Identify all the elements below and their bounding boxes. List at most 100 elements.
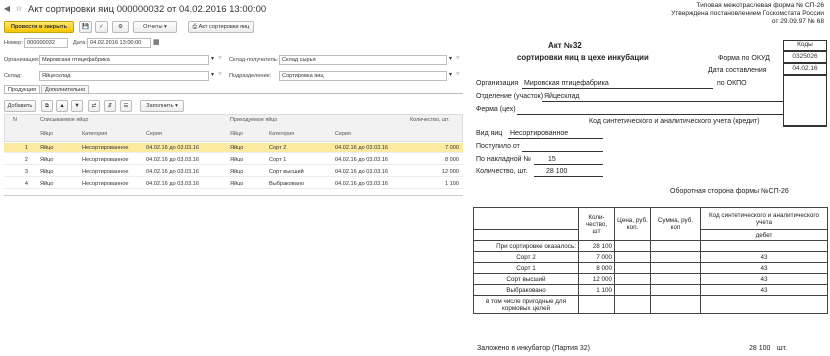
add-row-button[interactable]: Добавить [4,100,36,112]
table-row[interactable]: 1 Яйцо Несортированное 04.02.16 до 03.03… [4,143,463,153]
okpo-label: по ОКПО [717,80,747,87]
table-row[interactable]: 2 Яйцо Несортированное 04.02.16 до 03.03… [4,155,463,165]
item-price [614,284,651,296]
th-acct: Код синтетического и аналитического учет… [700,207,828,230]
row-category-incoming: Сорт 1 [269,157,287,163]
row-series-incoming: 04.02.16 до 03.03.16 [335,169,389,175]
post-button[interactable]: ✓ [95,21,108,33]
item-sum [650,262,701,274]
suitable-feed-label: в том числе пригодные для кормовых целей [473,295,579,314]
calendar-icon[interactable]: ▦ [153,38,160,46]
number-field[interactable]: 000000032 [24,38,68,48]
date-code: 04.02.16 [783,63,827,75]
egg-type-underline [508,138,603,139]
row-number: 3 [24,169,28,175]
egg-type-label: Вид яиц [476,130,503,137]
department-field[interactable]: Сортировка яиц [279,71,447,81]
table-row[interactable]: 4 Яйцо Несортированное 04.02.16 до 03.03… [4,179,463,189]
warehouse-select-icon[interactable]: ▾ [211,71,214,78]
row-number: 4 [24,181,28,187]
move-down-button[interactable]: ▼ [71,100,83,112]
warehouse-field[interactable]: Яйцесклад [39,71,209,81]
share-button[interactable]: ⇄ [88,100,100,112]
dept-underline [542,101,783,102]
th-price: Цена, руб. коп. [614,207,651,241]
th-sum: Сумма, руб. коп [650,207,701,241]
warehouse-label: Склад: [4,73,22,79]
item-name: Сорт 2 [473,251,579,263]
fill-button[interactable]: Заполнить ▾ [140,100,184,112]
receiving-open-icon[interactable]: ○ [456,55,460,61]
col-category: Категория [82,131,108,137]
select-button[interactable]: ☰ [120,100,132,112]
organization-field[interactable]: Мировская птицефабрика [39,55,209,65]
save-button[interactable]: 💾 [79,21,92,33]
row-number: 1 [24,145,28,151]
item-qty: 1 100 [578,284,615,296]
back-icon[interactable]: ◀ [2,4,12,14]
row-qty: 12 000 [441,169,459,175]
item-name: Выбраковано [473,284,579,296]
col-egg: Яйцо [40,131,53,137]
receiving-warehouse-field[interactable]: Склад сырья [279,55,447,65]
reports-button[interactable]: Отчеты ▾ [133,21,177,33]
date-label: Дата: [73,40,87,46]
col-series: Серия [146,131,162,137]
item-sum [650,251,701,263]
org-form-value: Мировская птицефабрика [524,80,609,87]
incubator-qty: 28 100 [749,345,771,352]
row-egg-incoming: Яйцо [230,145,244,151]
found-sum [650,240,701,252]
found-qty: 28 100 [578,240,615,252]
row-number: 2 [24,157,28,163]
row-series: 04.02.16 до 03.03.16 [146,157,200,163]
item-name: Сорт 1 [473,262,579,274]
number-label: Номер: [4,40,23,46]
form-title: сортировки яиц в цехе инкубации [517,53,649,62]
select-icon: ☰ [123,103,129,109]
favorite-star-icon[interactable]: ☆ [14,4,24,14]
organization-label: Организация: [4,57,40,63]
row-series: 04.02.16 до 03.03.16 [146,169,200,175]
move-up-button[interactable]: ▲ [56,100,68,112]
item-sum [650,284,701,296]
receiving-select-icon[interactable]: ▾ [449,55,452,62]
item-qty: 7 000 [578,251,615,263]
organization-select-icon[interactable]: ▾ [211,55,214,62]
suitable-code [700,295,828,314]
department-select-icon[interactable]: ▾ [449,71,452,78]
item-code: 43 [700,284,828,296]
arrow-up-icon: ▲ [59,103,65,109]
department-open-icon[interactable]: ○ [456,71,460,77]
acct-code-label: Код синтетического и аналитического учет… [589,118,760,125]
date-field[interactable]: 04.02.2016 13:00:00 [87,38,151,48]
table-row[interactable]: 3 Яйцо Несортированное 04.02.16 до 03.03… [4,167,463,177]
org-underline [522,88,713,89]
row-category: Несортированное [82,181,129,187]
split-button[interactable]: ⇵ [104,100,116,112]
copy-row-button[interactable]: ⧉ [41,100,53,112]
copy-icon: ⧉ [45,103,49,109]
structure-button[interactable]: ⚙ [112,21,129,33]
act-label: Акт сортировки яиц [198,24,250,30]
incubator-label: Заложено в инкубатор (Партия 32) [477,345,590,352]
row-egg-incoming: Яйцо [230,181,244,187]
grid-bottom-border [4,195,463,196]
reports-label: Отчеты [143,24,163,30]
received-underline [522,151,603,152]
item-sum [650,273,701,285]
item-qty: 12 000 [578,273,615,285]
th-blank [473,207,579,230]
post-and-close-button[interactable]: Провести и закрыть [4,21,74,33]
row-egg-incoming: Яйцо [230,169,244,175]
th-qty: Коли-чество, шт [578,207,615,241]
warehouse-open-icon[interactable]: ○ [218,71,222,77]
dept-form-label: Отделение (участок) [476,93,544,100]
quantity-value: 28 100 [546,168,568,175]
egg-sorting-act-button[interactable]: ⎙ Акт сортировки яиц [188,21,254,33]
invoice-label: По накладной № [476,156,531,163]
organization-open-icon[interactable]: ○ [218,55,222,61]
dept-form-value: Яйцесклад [544,93,580,100]
item-name: Сорт высший [473,273,579,285]
farm-label: Ферма (цех) [476,106,516,113]
